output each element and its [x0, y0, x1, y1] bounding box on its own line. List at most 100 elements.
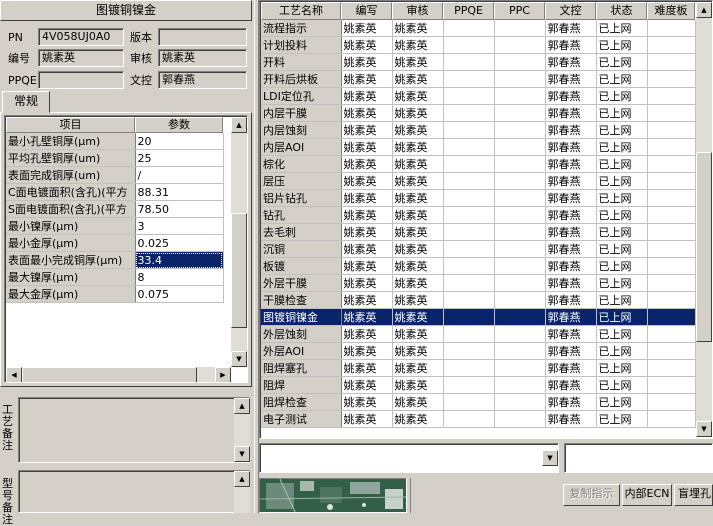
workflow-col-header[interactable]: 状态: [596, 2, 647, 20]
doc-control-field[interactable]: 郭春燕: [158, 71, 247, 89]
workflow-row[interactable]: 阻焊 姚素英 姚素英 郭春燕 已上网: [261, 376, 696, 394]
writer-field[interactable]: 姚素英: [38, 49, 124, 67]
process-combo[interactable]: ▼: [259, 443, 559, 473]
ppqe-field[interactable]: [38, 71, 124, 89]
param-row[interactable]: C面电镀面积(含孔)(平方 88.31: [6, 183, 224, 201]
workflow-col-header[interactable]: 难度板: [647, 2, 695, 20]
params-vscroll[interactable]: ▲ ▼: [231, 117, 247, 367]
params-scroll-down-button[interactable]: ▼: [231, 351, 247, 367]
param-row[interactable]: 最小孔壁铜厚(μm) 20: [6, 133, 224, 150]
workflow-cell: [647, 274, 696, 292]
param-value-cell[interactable]: 0.075: [135, 285, 224, 303]
workflow-row[interactable]: 棕化 姚素英 姚素英 郭春燕 已上网: [261, 155, 696, 173]
workflow-cell: 棕化: [261, 155, 342, 173]
param-value-cell[interactable]: 0.025: [135, 234, 224, 252]
workflow-row[interactable]: 内层AOI 姚素英 姚素英 郭春燕 已上网: [261, 138, 696, 156]
internal-ecn-button[interactable]: 内部ECN: [622, 484, 672, 506]
param-value-cell[interactable]: /: [135, 166, 224, 184]
workflow-row[interactable]: 图镀铜镍金 姚素英 姚素英 郭春燕 已上网: [261, 308, 696, 326]
model-scroll-up-button[interactable]: ▲: [234, 471, 250, 487]
process-notes-field[interactable]: [18, 397, 250, 463]
workflow-cell: [494, 70, 546, 88]
param-value-cell[interactable]: 78.50: [135, 200, 224, 218]
param-value-cell[interactable]: 25: [135, 149, 224, 167]
workflow-row[interactable]: 电子测试 姚素英 姚素英 郭春燕 已上网: [261, 410, 696, 428]
workflow-scroll-down-button[interactable]: ▼: [696, 421, 712, 437]
reviewer-field[interactable]: 姚素英: [158, 49, 247, 67]
param-row[interactable]: 最大镍厚(μm) 8: [6, 268, 224, 286]
version-field[interactable]: [158, 28, 247, 46]
workflow-row[interactable]: 钻孔 姚素英 姚素英 郭春燕 已上网: [261, 206, 696, 224]
param-value-cell[interactable]: 33.4: [135, 251, 224, 269]
param-value-cell[interactable]: 20: [135, 133, 224, 150]
workflow-row[interactable]: 内层蚀刻 姚素英 姚素英 郭春燕 已上网: [261, 121, 696, 139]
params-scroll-thumb[interactable]: [231, 213, 247, 328]
workflow-row[interactable]: 外层蚀刻 姚素英 姚素英 郭春燕 已上网: [261, 325, 696, 343]
workflow-row[interactable]: 外层干膜 姚素英 姚素英 郭春燕 已上网: [261, 274, 696, 292]
workflow-row[interactable]: 层压 姚素英 姚素英 郭春燕 已上网: [261, 172, 696, 190]
tab-general[interactable]: 常规: [2, 91, 50, 113]
workflow-row[interactable]: 沉铜 姚素英 姚素英 郭春燕 已上网: [261, 240, 696, 258]
param-value-cell[interactable]: 8: [135, 268, 224, 286]
workflow-col-header[interactable]: 工艺名称: [261, 2, 341, 20]
params-scroll-right-button[interactable]: ▶: [215, 367, 231, 382]
workflow-col-header[interactable]: 审核: [392, 2, 443, 20]
workflow-row[interactable]: 开料 姚素英 姚素英 郭春燕 已上网: [261, 53, 696, 71]
workflow-cell: 姚素英: [392, 240, 444, 258]
workflow-cell: [647, 53, 696, 71]
workflow-row[interactable]: 外层AOI 姚素英 姚素英 郭春燕 已上网: [261, 342, 696, 360]
workflow-row[interactable]: 阻焊检查 姚素英 姚素英 郭春燕 已上网: [261, 393, 696, 411]
workflow-row[interactable]: 开料后烘板 姚素英 姚素英 郭春燕 已上网: [261, 70, 696, 88]
param-row[interactable]: 最小金厚(μm) 0.025: [6, 234, 224, 252]
workflow-row[interactable]: 铝片钻孔 姚素英 姚素英 郭春燕 已上网: [261, 189, 696, 207]
workflow-scroll-thumb[interactable]: [696, 152, 712, 342]
workflow-cell: 已上网: [596, 104, 648, 122]
workflow-row[interactable]: 阻焊塞孔 姚素英 姚素英 郭春燕 已上网: [261, 359, 696, 377]
workflow-cell: 郭春燕: [545, 87, 597, 105]
workflow-row[interactable]: 干膜检查 姚素英 姚素英 郭春燕 已上网: [261, 291, 696, 309]
workflow-cell: [494, 138, 546, 156]
blind-buried-hole-button[interactable]: 盲埋孔: [674, 484, 713, 506]
process-notes-vscroll[interactable]: ▲ ▼: [234, 398, 250, 462]
model-notes-field[interactable]: [18, 470, 250, 513]
param-value-cell[interactable]: 3: [135, 217, 224, 235]
workflow-row[interactable]: 去毛刺 姚素英 姚素英 郭春燕 已上网: [261, 223, 696, 241]
param-value-cell[interactable]: 88.31: [135, 183, 224, 201]
workflow-cell: [647, 359, 696, 377]
version-label: 版本: [130, 31, 152, 44]
workflow-cell: [443, 376, 495, 394]
params-hscroll-thumb[interactable]: [22, 367, 197, 382]
notes-scroll-down-button[interactable]: ▼: [234, 446, 250, 462]
param-row[interactable]: 表面最小完成铜厚(μm) 33.4: [6, 251, 224, 269]
notes-scroll-up-button[interactable]: ▲: [234, 398, 250, 414]
param-row[interactable]: 表面完成铜厚(um) /: [6, 166, 224, 184]
params-scroll-up-button[interactable]: ▲: [231, 117, 247, 133]
workflow-row[interactable]: 计划投料 姚素英 姚素英 郭春燕 已上网: [261, 36, 696, 54]
param-row[interactable]: S面电镀面积(含孔)(平方 78.50: [6, 200, 224, 218]
workflow-col-header[interactable]: PPC: [494, 2, 545, 20]
workflow-scroll-up-button[interactable]: ▲: [696, 2, 712, 18]
model-notes-vscroll[interactable]: ▲: [234, 471, 250, 513]
workflow-row[interactable]: 内层干膜 姚素英 姚素英 郭春燕 已上网: [261, 104, 696, 122]
workflow-cell: 姚素英: [392, 257, 444, 275]
col-param-header[interactable]: 参数: [135, 117, 223, 133]
workflow-row[interactable]: 板镀 姚素英 姚素英 郭春燕 已上网: [261, 257, 696, 275]
secondary-field[interactable]: [564, 443, 713, 473]
workflow-col-header[interactable]: 编写: [341, 2, 392, 20]
params-scroll-left-button[interactable]: ◀: [6, 367, 22, 382]
param-item-cell: S面电镀面积(含孔)(平方: [6, 200, 136, 218]
combo-dropdown-button[interactable]: ▼: [542, 450, 558, 466]
col-item-header[interactable]: 项目: [6, 117, 135, 133]
workflow-row[interactable]: 流程指示 姚素英 姚素英 郭春燕 已上网: [261, 20, 696, 37]
workflow-col-header[interactable]: 文控: [545, 2, 596, 20]
workflow-col-header[interactable]: PPQE: [443, 2, 494, 20]
param-row[interactable]: 最小镍厚(μm) 3: [6, 217, 224, 235]
copy-instruction-button[interactable]: 复制指示: [563, 484, 620, 506]
workflow-vscroll[interactable]: ▲ ▼: [696, 2, 712, 437]
param-row[interactable]: 平均孔壁铜厚(um) 25: [6, 149, 224, 167]
workflow-row[interactable]: LDI定位孔 姚素英 姚素英 郭春燕 已上网: [261, 87, 696, 105]
params-hscroll[interactable]: ◀ ▶: [6, 367, 231, 382]
workflow-cell: 姚素英: [341, 325, 393, 343]
param-row[interactable]: 最大金厚(μm) 0.075: [6, 285, 224, 303]
pn-field[interactable]: 4V058UJ0A0: [38, 28, 124, 46]
